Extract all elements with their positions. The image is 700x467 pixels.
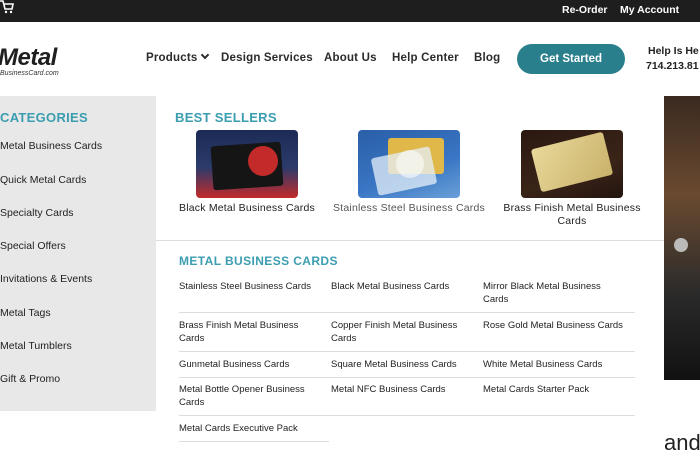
help-text: Help Is He — [648, 45, 699, 57]
link-gunmetal[interactable]: Gunmetal Business Cards — [179, 358, 319, 371]
play-icon[interactable] — [396, 150, 424, 178]
metal-business-cards-title: METAL BUSINESS CARDS — [179, 254, 338, 268]
nav-design-services[interactable]: Design Services — [221, 52, 313, 64]
best-seller-label-stainless[interactable]: Stainless Steel Business Cards — [329, 202, 489, 215]
link-nfc[interactable]: Metal NFC Business Cards — [331, 383, 471, 396]
nav-help-center[interactable]: Help Center — [392, 52, 459, 64]
hero-heading-text: and — [664, 430, 700, 455]
row-divider — [179, 351, 635, 352]
cart-icon[interactable] — [0, 0, 14, 14]
section-divider — [156, 240, 664, 241]
category-quick-metal-cards[interactable]: Quick Metal Cards — [0, 174, 86, 186]
hero-banner-image — [664, 96, 700, 380]
site-header: Metal BusinessCard.com Products Design S… — [0, 22, 700, 96]
nav-products[interactable]: Products — [146, 50, 210, 64]
row-divider — [179, 377, 635, 378]
best-seller-thumbnail-black[interactable] — [196, 130, 298, 198]
category-special-offers[interactable]: Special Offers — [0, 240, 66, 252]
best-seller-label-brass[interactable]: Brass Finish Metal Business Cards — [492, 202, 652, 228]
link-rose-gold[interactable]: Rose Gold Metal Business Cards — [483, 319, 623, 332]
nav-products-label: Products — [146, 52, 198, 64]
brass-card-image — [530, 131, 614, 193]
row-divider — [179, 441, 329, 442]
link-brass-finish[interactable]: Brass Finish Metal Business Cards — [179, 319, 319, 345]
logo-wordmark: Metal — [0, 46, 57, 71]
chevron-down-icon — [201, 50, 210, 60]
category-metal-business-cards[interactable]: Metal Business Cards — [0, 140, 102, 152]
carousel-arrow-icon[interactable] — [674, 238, 688, 252]
nav-blog[interactable]: Blog — [474, 52, 500, 64]
link-white-metal[interactable]: White Metal Business Cards — [483, 358, 623, 371]
site-logo[interactable]: Metal BusinessCard.com — [0, 46, 60, 80]
top-utility-bar: Re-Order My Account — [0, 0, 700, 22]
products-mega-menu: BEST SELLERS Black Metal Business Cards … — [156, 96, 664, 467]
link-bottle-opener[interactable]: Metal Bottle Opener Business Cards — [179, 383, 319, 409]
link-executive-pack[interactable]: Metal Cards Executive Pack — [179, 422, 319, 435]
category-specialty-cards[interactable]: Specialty Cards — [0, 207, 74, 219]
my-account-link[interactable]: My Account — [620, 4, 679, 16]
nav-about-us[interactable]: About Us — [324, 52, 377, 64]
best-seller-thumbnail-stainless[interactable] — [358, 130, 460, 198]
link-black-metal[interactable]: Black Metal Business Cards — [331, 280, 471, 293]
link-copper-finish[interactable]: Copper Finish Metal Business Cards — [331, 319, 471, 345]
link-square-metal[interactable]: Square Metal Business Cards — [331, 358, 471, 371]
row-divider — [179, 415, 635, 416]
card-badge-image — [248, 146, 278, 176]
category-gift-promo[interactable]: Gift & Promo — [0, 373, 60, 385]
get-started-button[interactable]: Get Started — [517, 44, 625, 74]
help-phone-number[interactable]: 714.213.81 — [646, 60, 699, 72]
category-invitations-events[interactable]: Invitations & Events — [0, 273, 92, 285]
best-sellers-title: BEST SELLERS — [175, 110, 277, 125]
best-seller-thumbnail-brass[interactable] — [521, 130, 623, 198]
categories-title: CATEGORIES — [0, 110, 88, 125]
category-metal-tags[interactable]: Metal Tags — [0, 307, 51, 319]
best-seller-label-black[interactable]: Black Metal Business Cards — [167, 202, 327, 215]
link-starter-pack[interactable]: Metal Cards Starter Pack — [483, 383, 623, 396]
category-metal-tumblers[interactable]: Metal Tumblers — [0, 340, 72, 352]
link-stainless-steel[interactable]: Stainless Steel Business Cards — [179, 280, 319, 293]
logo-subtitle: BusinessCard.com — [0, 70, 59, 77]
categories-sidebar: CATEGORIES Metal Business Cards Quick Me… — [0, 96, 156, 411]
row-divider — [179, 312, 635, 313]
link-mirror-black[interactable]: Mirror Black Metal Business Cards — [483, 280, 623, 306]
reorder-link[interactable]: Re-Order — [562, 4, 608, 16]
